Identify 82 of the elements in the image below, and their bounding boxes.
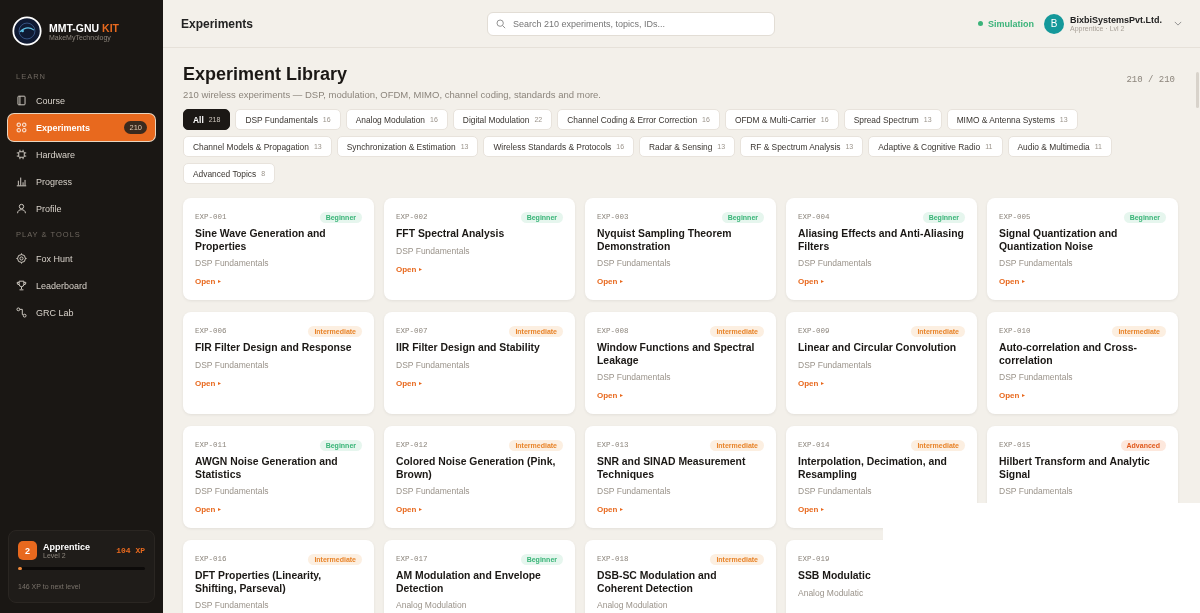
trophy-icon: [16, 280, 27, 291]
experiment-title: FFT Spectral Analysis: [396, 228, 506, 241]
experiment-category: DSP Fundamentals: [798, 258, 873, 269]
experiment-title: Colored Noise Generation (Pink, Brown): [396, 456, 557, 482]
experiment-title: Nyquist Sampling Theorem Demonstration: [597, 228, 733, 254]
book-icon: [16, 95, 27, 106]
caret-icon: [419, 508, 423, 512]
avatar[interactable]: B: [1043, 13, 1064, 34]
caret-icon: [419, 267, 423, 271]
result-count: 210 / 210: [1126, 75, 1175, 85]
experiment-category: Analog Modulation: [597, 600, 669, 611]
mode-status: Simulation: [977, 18, 1034, 29]
caret-icon: [821, 381, 825, 385]
experiment-category: DSP Fundamentals: [999, 372, 1074, 383]
chevron-down-icon[interactable]: [1174, 21, 1182, 26]
experiment-title: Hilbert Transform and Analytic Signal: [999, 456, 1151, 482]
experiment-category: DSP Fundamentals: [999, 486, 1074, 497]
experiment-category: DSP Fundamentals: [597, 486, 672, 497]
nav-item[interactable]: Profile: [8, 195, 155, 222]
experiment-title: Aliasing Effects and Anti-Aliasing Filters: [798, 228, 965, 254]
experiment-title: Window Functions and Spectral Leakage: [597, 342, 756, 368]
target-icon: [16, 253, 27, 264]
nav-item[interactable]: Course: [8, 87, 155, 114]
experiment-category: DSP Fundamentals: [597, 258, 672, 269]
caret-icon: [1022, 280, 1026, 284]
experiment-category: DSP Fundamentals: [798, 359, 873, 370]
experiment-title: AM Modulation and Envelope Detection: [396, 570, 542, 596]
nav-item[interactable]: Fox Hunt: [8, 245, 155, 272]
experiment-title: Interpolation, Decimation, and Resampling: [798, 456, 948, 482]
experiment-category: DSP Fundamentals: [195, 258, 270, 269]
experiment-category: DSP Fundamentals: [396, 486, 471, 497]
user-icon: [16, 203, 27, 214]
caret-icon: [1022, 394, 1026, 398]
experiment-title: Sine Wave Generation and Properties: [195, 228, 327, 254]
experiment-title: SNR and SINAD Measurement Techniques: [597, 456, 747, 482]
experiment-category: DSP Fundamentals: [195, 359, 270, 370]
experiment-title: Auto-correlation and Cross-correlation: [999, 342, 1138, 368]
experiment-title: Signal Quantization and Quantization Noise: [999, 228, 1119, 254]
caret-icon: [620, 508, 624, 512]
nav-item[interactable]: Leaderboard: [8, 272, 155, 299]
caret-icon: [419, 381, 423, 385]
experiment-title: FIR Filter Design and Response: [195, 342, 353, 355]
library-subtitle: 210 wireless experiments — DSP, modulation, OFDM, MIMO, channel coding, standards and more.: [183, 89, 602, 100]
experiment-category: DSP Fundamentals: [396, 245, 471, 256]
experiment-category: Analog Modulatic: [798, 587, 865, 598]
nav-item[interactable]: Hardware: [8, 141, 155, 168]
experiment-category: DSP Fundamentals: [195, 486, 270, 497]
experiment-title: DFT Properties (Linearity, Shifting, Parseval): [195, 570, 323, 596]
caret-icon: [821, 280, 825, 284]
experiment-title: IIR Filter Design and Stability: [396, 342, 541, 355]
experiment-category: DSP Fundamentals: [999, 258, 1074, 269]
experiment-title: SSB Modulatic: [798, 570, 872, 583]
caret-icon: [218, 508, 222, 512]
rank-name: Apprentice: [43, 542, 91, 552]
experiment-category: Analog Modulation: [396, 600, 468, 611]
caret-icon: [821, 508, 825, 512]
experiment-title: AWGN Noise Generation and Statistics: [195, 456, 339, 482]
chip-icon: [16, 149, 27, 160]
page-title: Experiments: [181, 16, 255, 31]
bar-chart-icon: [16, 176, 27, 187]
experiment-category: DSP Fundamentals: [396, 359, 471, 370]
experiment-category: DSP Fundamentals: [195, 600, 270, 611]
experiment-category: DSP Fundamentals: [597, 372, 672, 383]
xp-value: 104 XP: [116, 546, 145, 555]
caret-icon: [620, 394, 624, 398]
caret-icon: [620, 280, 624, 284]
nav-item[interactable]: GRC Lab: [8, 299, 155, 326]
experiment-title: Linear and Circular Convolution: [798, 342, 958, 355]
caret-icon: [218, 280, 222, 284]
experiment-title: DSB-SC Modulation and Coherent Detection: [597, 570, 718, 596]
experiment-category: DSP Fundamentals: [798, 486, 873, 497]
search-icon: [496, 18, 506, 29]
user-name: BixbiSystemsPvt.Ltd.: [1069, 15, 1162, 25]
search-field[interactable]: Search 210 experiments, topics, IDs...: [487, 11, 775, 36]
nav-item[interactable]: Progress: [8, 168, 155, 195]
grid-icon: [16, 122, 27, 133]
library-title: Experiment Library: [183, 64, 348, 85]
level-badge: 2: [18, 541, 37, 560]
brand-name: MMT-GNU KIT: [49, 21, 119, 34]
flow-icon: [16, 307, 27, 318]
caret-icon: [218, 381, 222, 385]
logo-icon: [12, 16, 42, 46]
